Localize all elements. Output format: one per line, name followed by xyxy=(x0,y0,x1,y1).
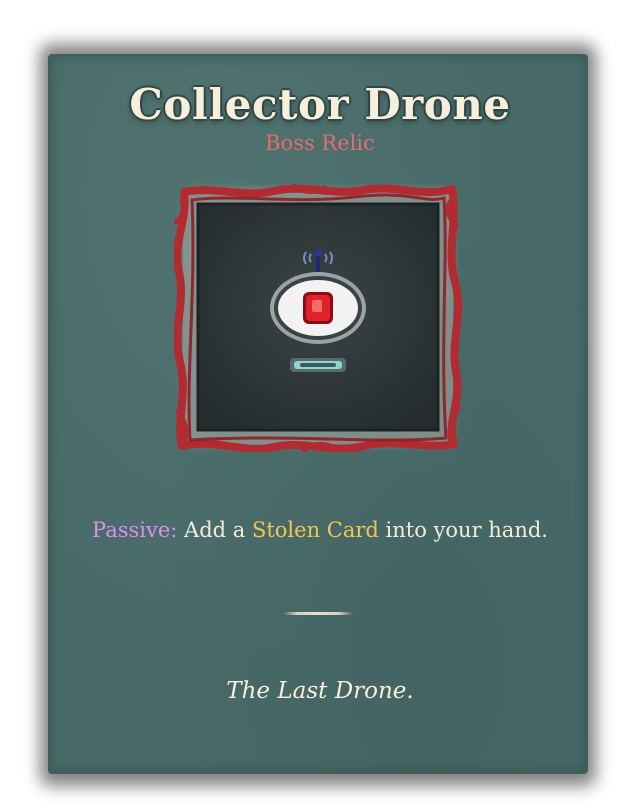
relic-tooltip: Collector Drone Boss Relic Passive: Add … xyxy=(0,0,640,810)
description-text-before: Add a xyxy=(177,518,252,542)
description-text-after: into your hand. xyxy=(378,518,548,542)
relic-rarity: Boss Relic xyxy=(265,131,375,155)
relic-title: Collector Drone xyxy=(129,80,511,129)
relic-description: Passive: Add a Stolen Card into your han… xyxy=(0,518,640,542)
stolen-card-keyword[interactable]: Stolen Card xyxy=(252,518,379,542)
relic-image-frame xyxy=(174,182,462,452)
flavor-text: The Last Drone. xyxy=(226,678,414,704)
divider xyxy=(283,612,353,615)
passive-keyword: Passive: xyxy=(92,518,178,542)
relic-frame-graphic xyxy=(174,183,462,452)
